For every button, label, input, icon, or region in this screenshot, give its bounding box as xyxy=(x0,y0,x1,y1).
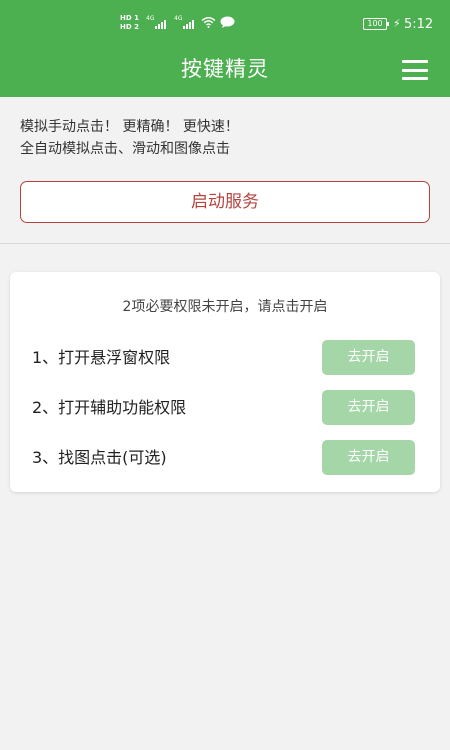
permission-label: 2、打开辅助功能权限 xyxy=(32,398,187,417)
status-time: 5:12 xyxy=(404,17,434,32)
hd2-label: HD 2 xyxy=(120,23,139,31)
enable-accessibility-button[interactable]: 去开启 xyxy=(322,390,415,425)
intro-line-2: 全自动模拟点击、滑动和图像点击 xyxy=(20,141,230,157)
permission-row-floating-window: 1、打开悬浮窗权限 去开启 xyxy=(10,340,440,376)
permission-card: 2项必要权限未开启，请点击开启 1、打开悬浮窗权限 去开启 2、打开辅助功能权限… xyxy=(10,272,440,492)
enable-image-click-button[interactable]: 去开启 xyxy=(322,440,415,475)
status-bar: HD 1 HD 2 4G 4G 100 ⚡ 5:12 xyxy=(0,0,450,42)
divider xyxy=(0,243,450,244)
permission-label: 3、找图点击(可选) xyxy=(32,448,167,467)
menu-button[interactable] xyxy=(400,58,430,82)
hamburger-menu-icon xyxy=(402,60,428,63)
signal-2-icon: 4G xyxy=(174,15,195,29)
enable-floating-window-button[interactable]: 去开启 xyxy=(322,340,415,375)
hd1-label: HD 1 xyxy=(120,14,139,22)
battery-icon: 100 xyxy=(363,18,389,30)
permission-notice: 2项必要权限未开启，请点击开启 xyxy=(122,299,328,315)
charging-icon: ⚡ xyxy=(393,17,401,30)
signal-1-tag: 4G xyxy=(146,15,155,22)
battery-level: 100 xyxy=(367,19,383,28)
page-title: 按键精灵 xyxy=(181,57,269,81)
permission-row-image-click: 3、找图点击(可选) 去开启 xyxy=(10,440,440,476)
start-service-button[interactable]: 启动服务 xyxy=(20,181,430,223)
hd-indicator: HD 1 HD 2 xyxy=(120,14,139,32)
intro-line-1: 模拟手动点击！ 更精确！ 更快速！ xyxy=(20,119,239,135)
app-header: HD 1 HD 2 4G 4G 100 ⚡ 5:12 按键精灵 xyxy=(0,0,450,97)
permission-row-accessibility: 2、打开辅助功能权限 去开启 xyxy=(10,390,440,426)
signal-1-icon: 4G xyxy=(146,15,167,29)
permission-label: 1、打开悬浮窗权限 xyxy=(32,348,171,367)
wifi-icon xyxy=(201,17,216,28)
signal-2-tag: 4G xyxy=(174,15,183,22)
chat-notification-icon xyxy=(220,16,235,28)
intro-text: 模拟手动点击！ 更精确！ 更快速！ 全自动模拟点击、滑动和图像点击 xyxy=(20,116,430,160)
